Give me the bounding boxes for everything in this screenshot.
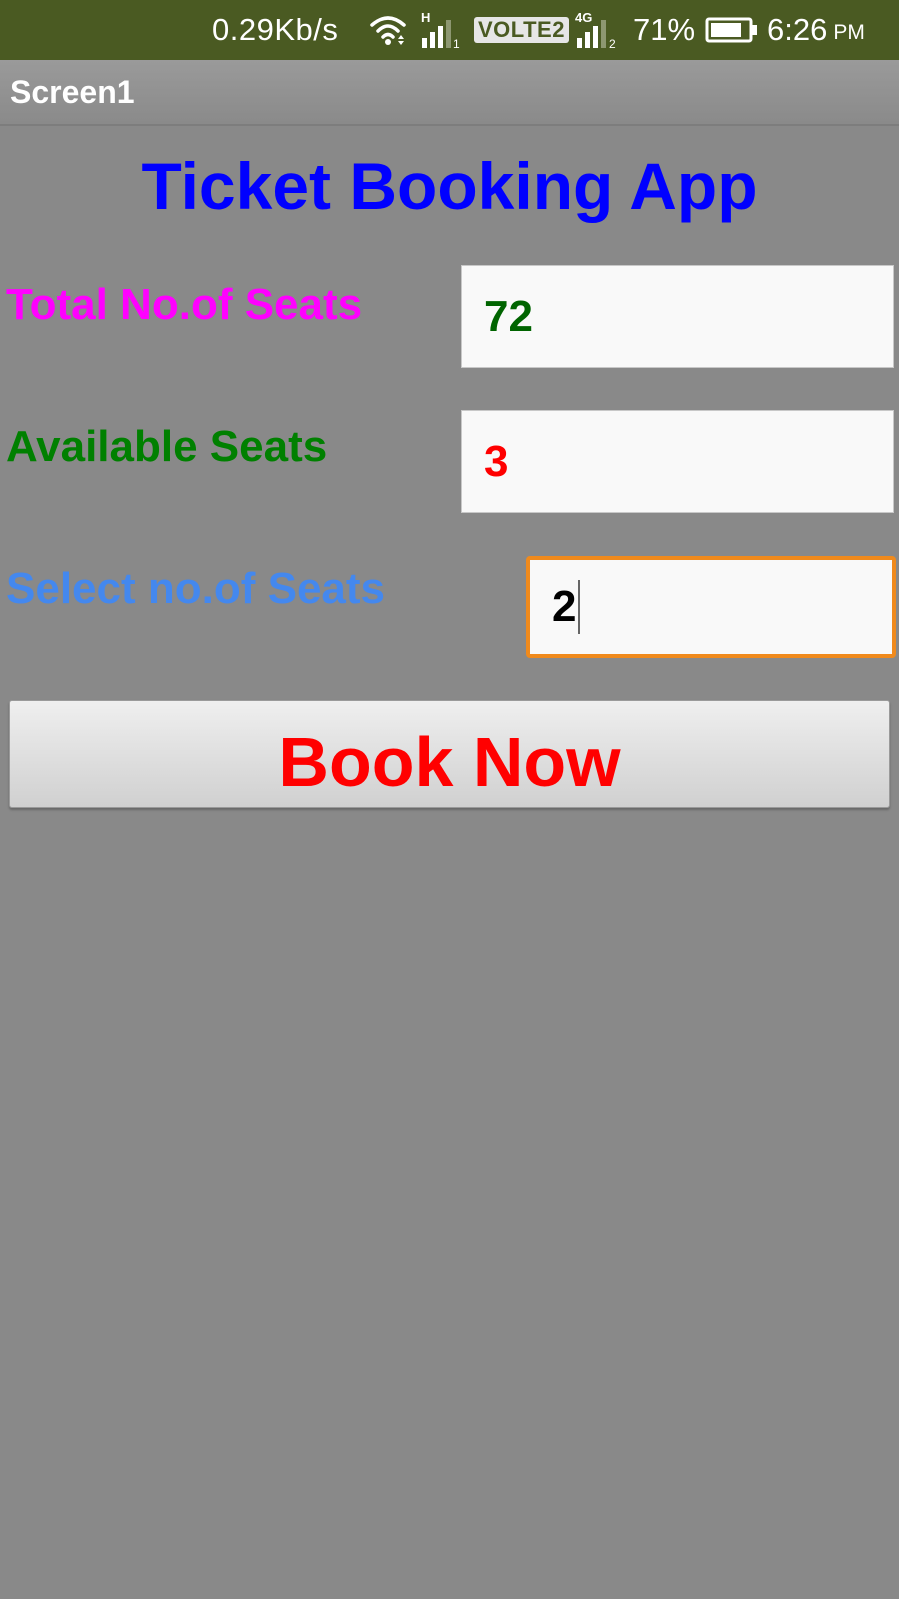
wifi-icon xyxy=(368,0,408,60)
battery-percent: 71% xyxy=(633,12,696,47)
status-bar: 0.29Kb/s H 1 VOLTE2 4G 2 71% 6:26 PM xyxy=(0,0,899,60)
volte-badge: VOLTE2 xyxy=(474,0,569,60)
available-seats-field[interactable]: 3 xyxy=(461,410,894,513)
app-title: Ticket Booking App xyxy=(141,149,758,223)
clock-time: 6:26 xyxy=(767,12,828,47)
clock-ampm: PM xyxy=(833,21,865,44)
battery-icon xyxy=(705,0,759,60)
clock: 6:26 PM xyxy=(767,0,865,60)
select-seats-label: Select no.of Seats xyxy=(6,564,386,613)
signal-icon: H 1 xyxy=(420,0,462,60)
text-cursor xyxy=(578,580,581,634)
total-seats-field[interactable]: 72 xyxy=(461,265,894,368)
sim2-index: 2 xyxy=(609,37,616,51)
book-now-button[interactable]: Book Now xyxy=(9,700,890,808)
total-seats-value: 72 xyxy=(484,291,533,341)
network-speed: 0.29Kb/s xyxy=(212,12,339,47)
sim2-network-type: 4G xyxy=(575,10,592,25)
sim1-network-type: H xyxy=(421,10,430,25)
total-seats-label: Total No.of Seats xyxy=(6,280,363,329)
title-bar: Screen1 xyxy=(0,60,899,126)
sim1-index: 1 xyxy=(453,37,460,51)
available-seats-value: 3 xyxy=(484,436,509,486)
signal-icon: 4G 2 xyxy=(575,0,623,60)
screen-title: Screen1 xyxy=(10,74,135,110)
select-seats-value: 2 xyxy=(552,582,577,631)
available-seats-label: Available Seats xyxy=(6,422,328,471)
select-seats-input[interactable]: 2 xyxy=(526,556,896,658)
